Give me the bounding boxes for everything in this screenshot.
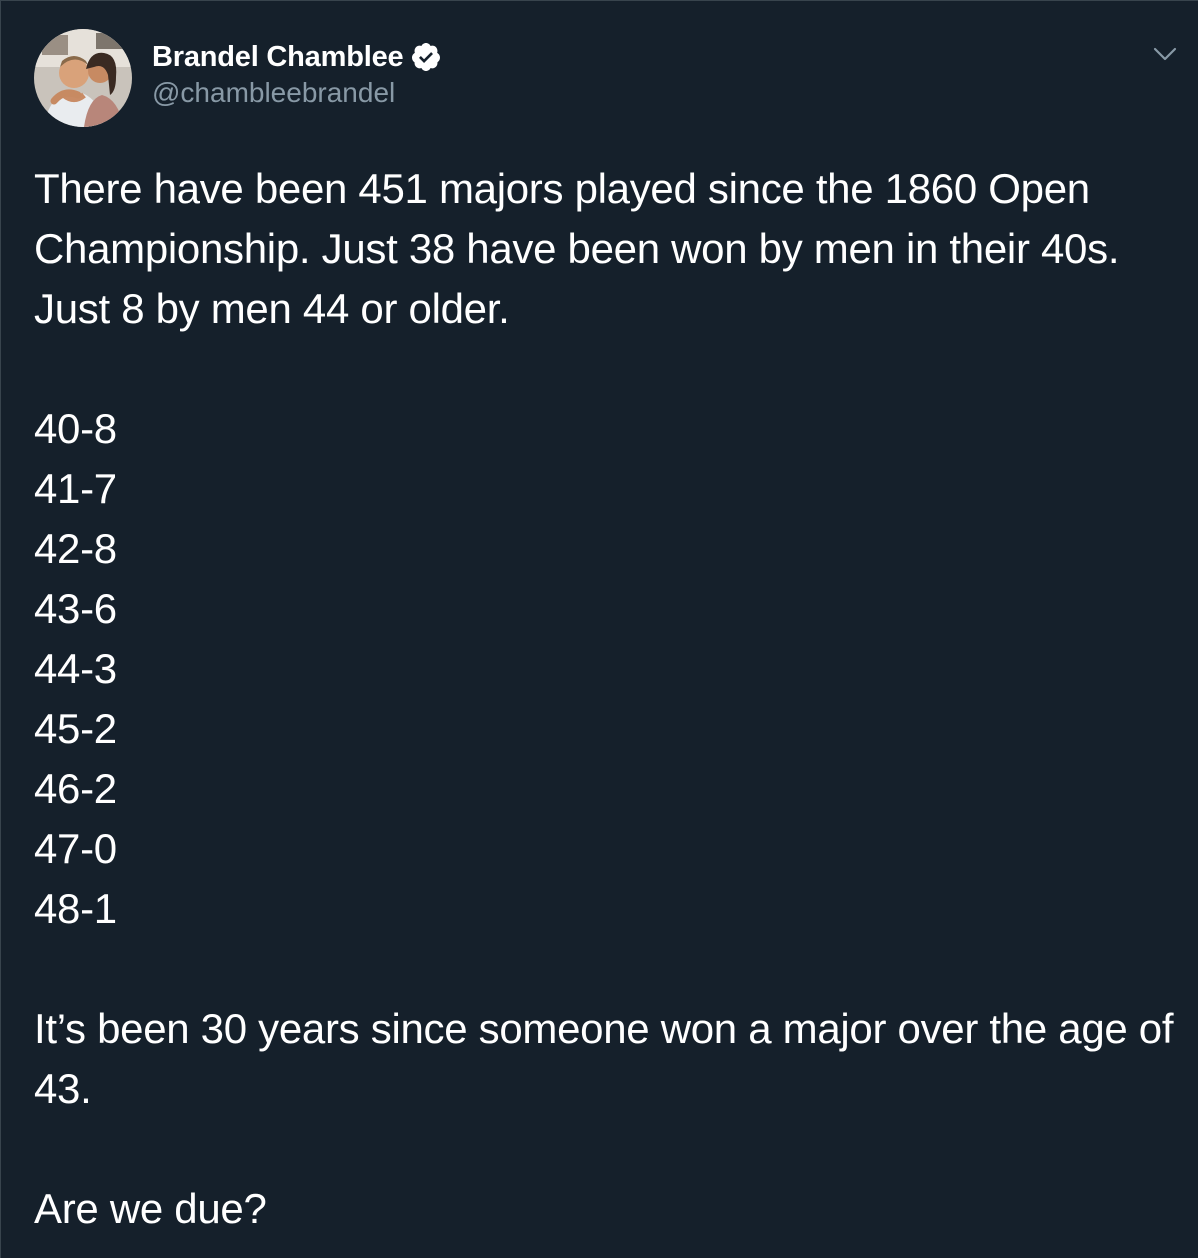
stat-line: 41-7 xyxy=(34,465,117,512)
chevron-down-icon[interactable] xyxy=(1150,39,1180,69)
stat-line: 43-6 xyxy=(34,585,117,632)
stat-line: 42-8 xyxy=(34,525,117,572)
stat-line: 40-8 xyxy=(34,405,117,452)
display-name-row[interactable]: Brandel Chamblee xyxy=(152,39,442,75)
avatar-photo-icon xyxy=(34,29,132,127)
tweet-card: Brandel Chamblee @chambleebrandel There … xyxy=(0,0,1198,1258)
author-handle[interactable]: @chambleebrandel xyxy=(152,77,442,109)
tweet-text: There have been 451 majors played since … xyxy=(34,159,1174,1239)
display-name[interactable]: Brandel Chamblee xyxy=(152,41,404,74)
stats-list: 40-8 41-7 42-8 43-6 44-3 45-2 46-2 47-0 … xyxy=(34,399,1174,939)
tweet-intro: There have been 451 majors played since … xyxy=(34,165,1120,332)
author-names: Brandel Chamblee @chambleebrandel xyxy=(152,39,442,109)
verified-badge-icon xyxy=(410,41,442,73)
tweet-question: Are we due? xyxy=(34,1185,267,1232)
tweet-header: Brandel Chamblee @chambleebrandel xyxy=(1,1,1198,141)
stat-line: 46-2 xyxy=(34,765,117,812)
stat-line: 44-3 xyxy=(34,645,117,692)
tweet-conclusion: It’s been 30 years since someone won a m… xyxy=(34,1005,1174,1112)
stat-line: 45-2 xyxy=(34,705,117,752)
stat-line: 47-0 xyxy=(34,825,117,872)
avatar[interactable] xyxy=(34,29,132,127)
stat-line: 48-1 xyxy=(34,885,117,932)
